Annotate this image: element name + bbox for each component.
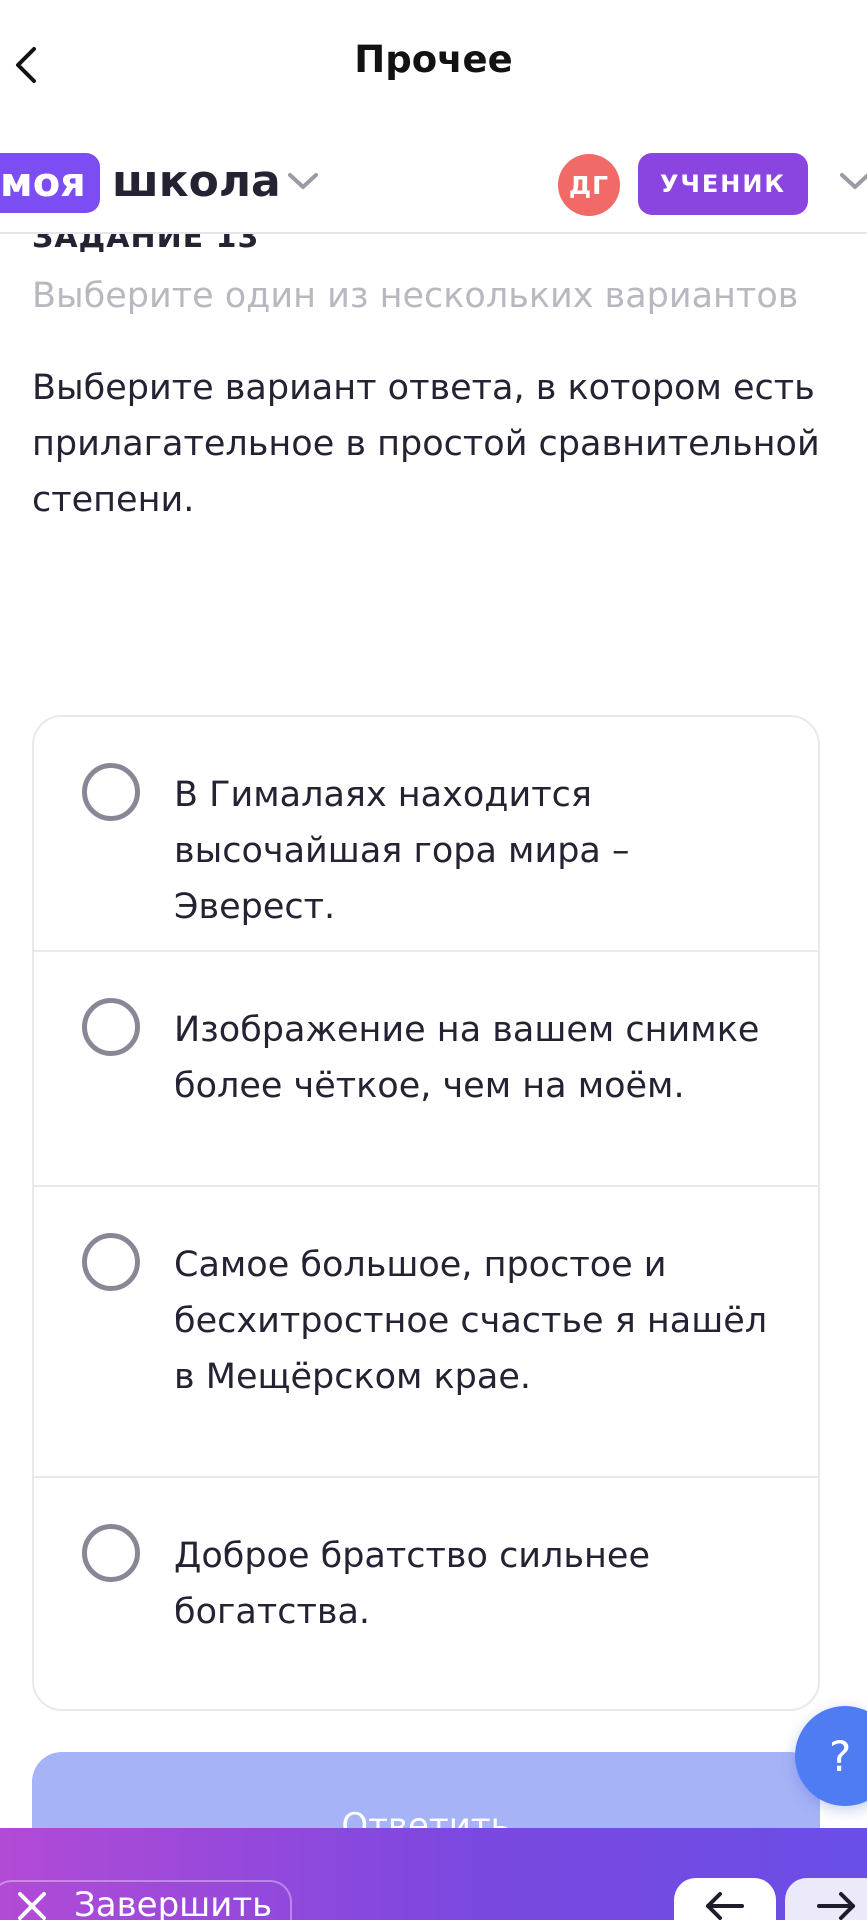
task-hint: Выберите один из нескольких вариантов xyxy=(32,276,799,316)
options-card: В Гималаях находится высочайшая гора мир… xyxy=(32,715,820,1711)
page: Прочее моя школа ДГ УЧЕНИК ЗАДАНИЕ 13 Вы… xyxy=(0,0,867,1920)
radio-button[interactable] xyxy=(82,998,140,1056)
question-text: Выберите вариант ответа, в котором есть … xyxy=(32,368,820,520)
radio-button[interactable] xyxy=(82,1233,140,1291)
option-text: Изображение на вашем снимке более чёткое… xyxy=(174,1010,760,1106)
radio-button[interactable] xyxy=(82,763,140,821)
role-badge[interactable]: УЧЕНИК xyxy=(638,153,808,215)
top-nav-bar: Прочее xyxy=(0,0,867,130)
avatar[interactable]: ДГ xyxy=(558,154,620,216)
site-header: моя школа ДГ УЧЕНИК xyxy=(0,130,867,234)
option-text: Доброе братство сильнее богатства. xyxy=(174,1536,651,1632)
option-text: Самое большое, простое и бесхитростное с… xyxy=(174,1245,768,1397)
answer-option[interactable]: Самое большое, простое и бесхитростное с… xyxy=(34,1187,818,1478)
finish-button-label: Завершить xyxy=(74,1885,273,1920)
answer-option[interactable]: В Гималаях находится высочайшая гора мир… xyxy=(34,717,818,952)
option-text: В Гималаях находится высочайшая гора мир… xyxy=(174,775,630,927)
chevron-down-icon[interactable] xyxy=(286,170,320,192)
answer-option[interactable]: Доброе братство сильнее богатства. xyxy=(34,1478,818,1709)
answer-option[interactable]: Изображение на вашем снимке более чёткое… xyxy=(34,952,818,1187)
radio-button[interactable] xyxy=(82,1524,140,1582)
close-icon xyxy=(18,1892,46,1920)
chevron-down-icon[interactable] xyxy=(838,170,867,192)
page-title: Прочее xyxy=(354,38,513,81)
arrow-left-icon xyxy=(706,1892,744,1920)
logo-highlight[interactable]: моя xyxy=(0,153,100,213)
logo-text[interactable]: школа xyxy=(112,152,281,212)
arrow-right-icon xyxy=(817,1892,855,1920)
